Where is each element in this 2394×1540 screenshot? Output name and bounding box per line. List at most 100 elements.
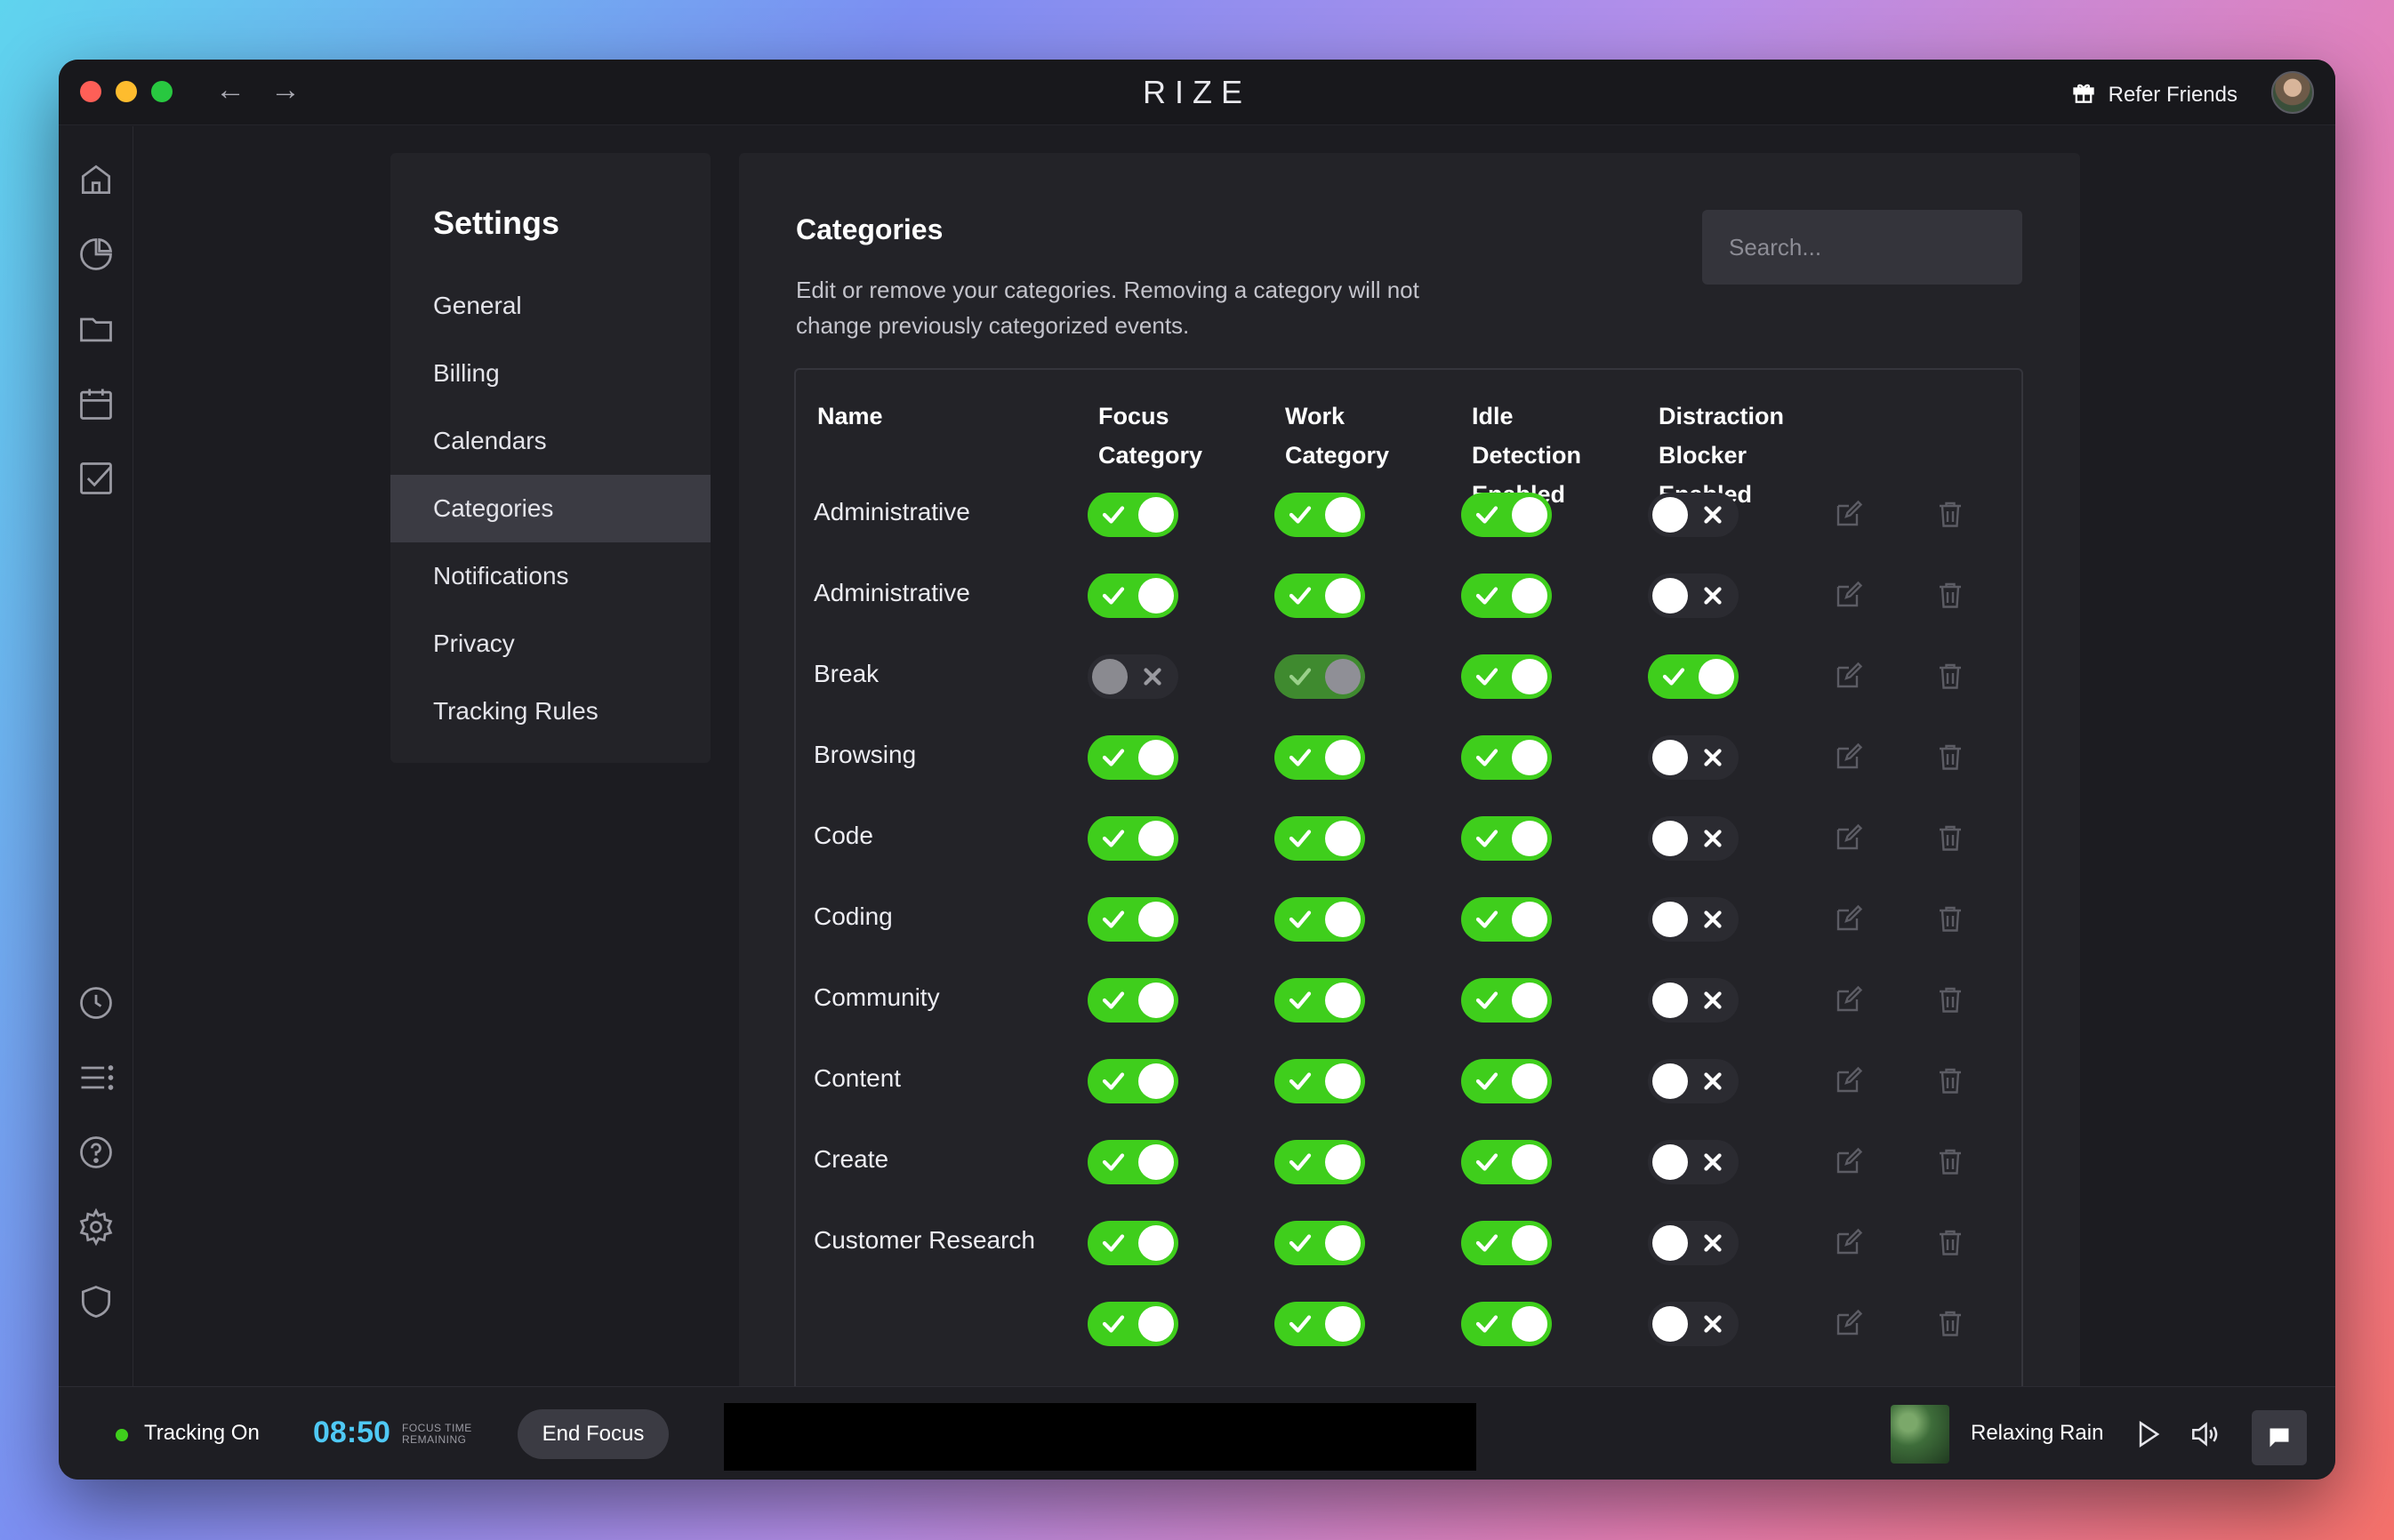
focus-toggle[interactable] [1088, 816, 1178, 861]
settings-item-privacy[interactable]: Privacy [390, 610, 711, 678]
work-toggle[interactable] [1274, 978, 1365, 1023]
idle-toggle[interactable] [1461, 1140, 1552, 1184]
distraction-toggle[interactable] [1648, 897, 1739, 942]
distraction-toggle[interactable] [1648, 573, 1739, 618]
distraction-toggle[interactable] [1648, 654, 1739, 699]
focus-toggle[interactable] [1088, 654, 1178, 699]
folder-icon[interactable] [76, 309, 116, 349]
toggle-knob [1325, 1225, 1361, 1261]
edit-icon[interactable] [1833, 1145, 1865, 1177]
idle-toggle[interactable] [1461, 1059, 1552, 1103]
avatar[interactable] [2271, 71, 2314, 114]
focus-toggle[interactable] [1088, 978, 1178, 1023]
work-toggle[interactable] [1274, 573, 1365, 618]
settings-item-calendars[interactable]: Calendars [390, 407, 711, 475]
idle-toggle[interactable] [1461, 816, 1552, 861]
focus-toggle[interactable] [1088, 1302, 1178, 1346]
focus-toggle[interactable] [1088, 735, 1178, 780]
distraction-toggle[interactable] [1648, 978, 1739, 1023]
toggle-knob [1652, 1225, 1688, 1261]
work-toggle[interactable] [1274, 1221, 1365, 1265]
work-toggle[interactable] [1274, 897, 1365, 942]
volume-icon[interactable] [2188, 1417, 2221, 1451]
work-toggle[interactable] [1274, 816, 1365, 861]
work-toggle[interactable] [1274, 654, 1365, 699]
distraction-toggle[interactable] [1648, 1302, 1739, 1346]
focus-toggle[interactable] [1088, 897, 1178, 942]
play-icon[interactable] [2131, 1417, 2165, 1451]
distraction-toggle[interactable] [1648, 1059, 1739, 1103]
distraction-toggle[interactable] [1648, 1221, 1739, 1265]
edit-icon[interactable] [1833, 1307, 1865, 1339]
checkbox-icon[interactable] [76, 459, 116, 498]
edit-icon[interactable] [1833, 741, 1865, 773]
search-input[interactable] [1702, 210, 2022, 285]
focus-toggle[interactable] [1088, 1140, 1178, 1184]
edit-icon[interactable] [1833, 498, 1865, 530]
settings-item-notifications[interactable]: Notifications [390, 542, 711, 610]
x-icon [1699, 1068, 1726, 1095]
chat-button[interactable] [2252, 1410, 2307, 1465]
distraction-toggle[interactable] [1648, 493, 1739, 537]
refer-friends-button[interactable]: Refer Friends [2071, 79, 2237, 110]
work-toggle[interactable] [1274, 1140, 1365, 1184]
work-toggle[interactable] [1274, 1302, 1365, 1346]
trash-icon[interactable] [1934, 902, 1966, 934]
focus-toggle[interactable] [1088, 573, 1178, 618]
trash-icon[interactable] [1934, 822, 1966, 854]
idle-toggle[interactable] [1461, 978, 1552, 1023]
tracking-status-label[interactable]: Tracking On [144, 1421, 260, 1446]
help-icon[interactable] [76, 1133, 116, 1172]
focus-toggle[interactable] [1088, 493, 1178, 537]
settings-item-categories[interactable]: Categories [390, 475, 711, 542]
pie-chart-icon[interactable] [76, 235, 116, 274]
trash-icon[interactable] [1934, 1064, 1966, 1096]
focus-toggle[interactable] [1088, 1059, 1178, 1103]
idle-toggle[interactable] [1461, 1302, 1552, 1346]
idle-toggle[interactable] [1461, 493, 1552, 537]
toggle-knob [1325, 902, 1361, 937]
idle-toggle[interactable] [1461, 573, 1552, 618]
toggle-knob [1138, 983, 1174, 1018]
edit-icon[interactable] [1833, 660, 1865, 692]
trash-icon[interactable] [1934, 660, 1966, 692]
gear-icon[interactable] [76, 1207, 116, 1247]
trash-icon[interactable] [1934, 1145, 1966, 1177]
categories-description: Edit or remove your categories. Removing… [796, 277, 1419, 339]
idle-toggle[interactable] [1461, 735, 1552, 780]
work-toggle[interactable] [1274, 493, 1365, 537]
idle-toggle[interactable] [1461, 654, 1552, 699]
settings-item-general[interactable]: General [390, 272, 711, 340]
trash-icon[interactable] [1934, 741, 1966, 773]
clock-icon[interactable] [76, 983, 116, 1023]
calendar-icon[interactable] [76, 384, 116, 423]
distraction-toggle[interactable] [1648, 1140, 1739, 1184]
edit-icon[interactable] [1833, 1064, 1865, 1096]
work-toggle[interactable] [1274, 735, 1365, 780]
focus-toggle[interactable] [1088, 1221, 1178, 1265]
distraction-toggle[interactable] [1648, 735, 1739, 780]
edit-icon[interactable] [1833, 1226, 1865, 1258]
check-icon [1100, 582, 1127, 609]
edit-icon[interactable] [1833, 822, 1865, 854]
work-toggle[interactable] [1274, 1059, 1365, 1103]
trash-icon[interactable] [1934, 1226, 1966, 1258]
edit-icon[interactable] [1833, 902, 1865, 934]
trash-icon[interactable] [1934, 1307, 1966, 1339]
toggle-knob [1138, 578, 1174, 614]
idle-toggle[interactable] [1461, 1221, 1552, 1265]
home-icon[interactable] [76, 160, 116, 199]
edit-icon[interactable] [1833, 983, 1865, 1015]
trash-icon[interactable] [1934, 498, 1966, 530]
trash-icon[interactable] [1934, 983, 1966, 1015]
distraction-toggle[interactable] [1648, 816, 1739, 861]
end-focus-button[interactable]: End Focus [518, 1409, 669, 1459]
settings-item-tracking-rules[interactable]: Tracking Rules [390, 678, 711, 745]
edit-icon[interactable] [1833, 579, 1865, 611]
list-icon[interactable] [76, 1058, 116, 1097]
trash-icon[interactable] [1934, 579, 1966, 611]
settings-item-billing[interactable]: Billing [390, 340, 711, 407]
idle-toggle[interactable] [1461, 897, 1552, 942]
shield-icon[interactable] [76, 1282, 116, 1321]
refer-friends-label: Refer Friends [2108, 82, 2237, 107]
